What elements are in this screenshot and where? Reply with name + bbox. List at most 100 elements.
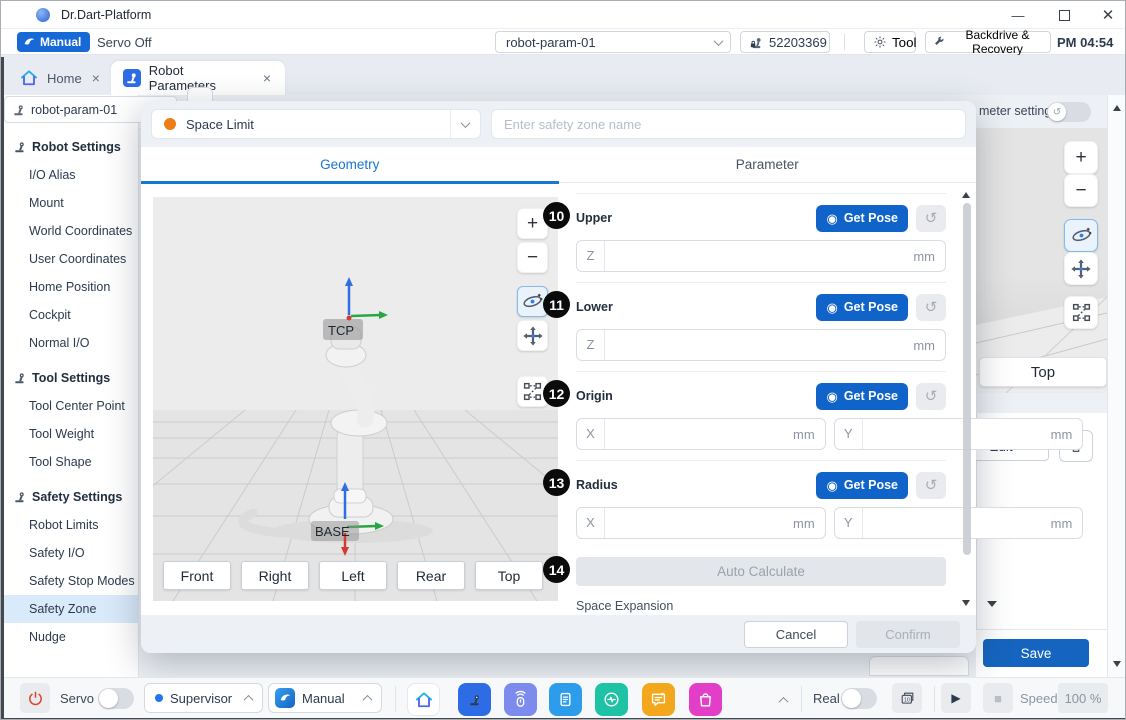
stop-button[interactable]: ■ bbox=[983, 683, 1013, 713]
chevron-up-icon bbox=[244, 694, 254, 704]
sidebar-item-user-coordinates[interactable]: User Coordinates bbox=[1, 245, 139, 273]
upper-z-input[interactable] bbox=[605, 249, 913, 264]
close-button[interactable]: ✕ bbox=[1091, 2, 1125, 28]
panel-orbit-button[interactable] bbox=[1064, 219, 1098, 252]
scroll-down-icon[interactable] bbox=[1113, 661, 1121, 671]
lower-z-input[interactable] bbox=[605, 338, 913, 353]
get-pose-button[interactable]: ◉Get Pose bbox=[816, 294, 908, 321]
settings-toggle[interactable]: ↺ bbox=[1047, 102, 1091, 122]
dock-chat-icon[interactable] bbox=[642, 683, 675, 716]
sidebar-item-safety-i-o[interactable]: Safety I/O bbox=[1, 539, 139, 567]
panel-pan-button[interactable] bbox=[1064, 252, 1098, 285]
robot-serial-badge[interactable]: 52203369 bbox=[740, 31, 830, 53]
panel-zoom-out-button[interactable]: − bbox=[1064, 174, 1098, 207]
tab-home[interactable]: Home × bbox=[7, 61, 107, 95]
view-right-button[interactable]: Right bbox=[241, 561, 309, 590]
role-select[interactable]: Supervisor bbox=[144, 683, 263, 713]
sidebar-item-normal-i-o[interactable]: Normal I/O bbox=[1, 329, 139, 357]
dialog-tab-geometry[interactable]: Geometry bbox=[141, 147, 559, 182]
origin-x-input[interactable] bbox=[605, 427, 793, 442]
origin-y-input[interactable] bbox=[863, 427, 1051, 442]
tool-button[interactable]: Tool bbox=[864, 31, 916, 53]
radius-y-input[interactable] bbox=[863, 516, 1051, 531]
get-pose-button[interactable]: ◉Get Pose bbox=[816, 383, 908, 410]
cancel-button[interactable]: Cancel bbox=[744, 621, 848, 648]
radius-x-input[interactable] bbox=[605, 516, 793, 531]
sidebar-item-robot-limits[interactable]: Robot Limits bbox=[1, 511, 139, 539]
sidebar-item-nudge[interactable]: Nudge bbox=[1, 623, 139, 651]
section-title: Safety Settings bbox=[32, 490, 122, 504]
reset-icon[interactable]: ↺ bbox=[916, 205, 946, 232]
dock-monitor-icon[interactable] bbox=[595, 683, 628, 716]
sidebar-item-tool-center-point[interactable]: Tool Center Point bbox=[1, 392, 139, 420]
auto-calculate-button[interactable]: Auto Calculate bbox=[576, 557, 946, 586]
play-button[interactable]: ▶ bbox=[941, 683, 971, 713]
section-label: Origin bbox=[576, 389, 613, 403]
sidebar-item-mount[interactable]: Mount bbox=[1, 189, 139, 217]
step-badge-14: 14 bbox=[543, 556, 570, 583]
dialog-scrollbar[interactable] bbox=[960, 185, 974, 613]
real-toggle[interactable] bbox=[841, 688, 877, 709]
panel-scroll-down-icon[interactable] bbox=[987, 601, 997, 612]
panel-view-top-button[interactable]: Top bbox=[979, 357, 1107, 387]
confirm-button[interactable]: Confirm bbox=[856, 621, 960, 648]
sidebar-item-safety-zone[interactable]: Safety Zone bbox=[1, 595, 139, 623]
view-front-button[interactable]: Front bbox=[163, 561, 231, 590]
robot-icon bbox=[123, 69, 141, 87]
dock-robot-icon[interactable] bbox=[458, 683, 491, 716]
view-left-button[interactable]: Left bbox=[319, 561, 387, 590]
sidebar-item-tool-shape[interactable]: Tool Shape bbox=[1, 448, 139, 476]
sidebar-item-world-coordinates[interactable]: World Coordinates bbox=[1, 217, 139, 245]
main-scrollbar[interactable] bbox=[1107, 95, 1126, 677]
sidebar-item-cockpit[interactable]: Cockpit bbox=[1, 301, 139, 329]
manual-mode-indicator[interactable]: Manual bbox=[17, 32, 90, 52]
pan-button[interactable] bbox=[517, 320, 548, 351]
view-rear-button[interactable]: Rear bbox=[397, 561, 465, 590]
dart-swoosh-icon bbox=[23, 36, 36, 49]
zone-type-select[interactable]: Space Limit bbox=[151, 109, 481, 139]
robot-3d-viewport[interactable]: TCP BASE + − FrontRightLe bbox=[153, 197, 558, 601]
panel-nodes-button[interactable] bbox=[1064, 296, 1098, 329]
backdrive-recovery-button[interactable]: Backdrive & Recovery bbox=[925, 31, 1051, 53]
reset-icon[interactable]: ↺ bbox=[916, 294, 946, 321]
reset-icon[interactable]: ↺ bbox=[916, 383, 946, 410]
zoom-out-button[interactable]: − bbox=[517, 242, 548, 273]
nodes-icon bbox=[522, 381, 543, 402]
dock-collapse-icon[interactable] bbox=[779, 697, 789, 707]
zone-name-input[interactable] bbox=[491, 109, 966, 139]
zone-type-value: Space Limit bbox=[186, 117, 254, 132]
scroll-down-icon[interactable] bbox=[962, 600, 970, 610]
tab-close-icon[interactable]: × bbox=[90, 70, 102, 86]
statusbar-divider bbox=[801, 686, 802, 712]
unit-label: mm bbox=[1051, 516, 1073, 531]
minimize-button[interactable]: — bbox=[1001, 2, 1035, 28]
get-pose-button[interactable]: ◉Get Pose bbox=[816, 472, 908, 499]
save-button[interactable]: Save bbox=[983, 639, 1089, 667]
maximize-button[interactable] bbox=[1047, 2, 1081, 28]
reset-icon[interactable]: ↺ bbox=[916, 472, 946, 499]
tab-label: Home bbox=[47, 71, 82, 86]
dock-store-icon[interactable] bbox=[689, 683, 722, 716]
mode-select[interactable]: Manual bbox=[268, 683, 382, 713]
sidebar-item-home-position[interactable]: Home Position bbox=[1, 273, 139, 301]
sidebar-item-i-o-alias[interactable]: I/O Alias bbox=[1, 161, 139, 189]
dialog-tab-parameter[interactable]: Parameter bbox=[559, 147, 977, 182]
get-pose-button[interactable]: ◉Get Pose bbox=[816, 205, 908, 232]
sidebar-item-tool-weight[interactable]: Tool Weight bbox=[1, 420, 139, 448]
scrollbar-thumb[interactable] bbox=[963, 203, 971, 555]
tab-close-icon[interactable]: × bbox=[261, 70, 273, 86]
dock-home-icon[interactable] bbox=[407, 683, 440, 716]
robot-param-select[interactable]: robot-param-01 bbox=[495, 31, 731, 53]
view-top-button[interactable]: Top bbox=[475, 561, 543, 590]
power-button[interactable] bbox=[20, 683, 50, 713]
panel-zoom-in-button[interactable]: + bbox=[1064, 141, 1098, 174]
dock-document-icon[interactable] bbox=[549, 683, 582, 716]
get-pose-label: Get Pose bbox=[844, 211, 898, 225]
sidebar-item-safety-stop-modes[interactable]: Safety Stop Modes bbox=[1, 567, 139, 595]
sidebar-robot-param-label: robot-param-01 bbox=[31, 103, 117, 117]
servo-toggle[interactable] bbox=[98, 688, 134, 709]
counter-button[interactable]: 10 bbox=[892, 683, 922, 713]
scroll-up-icon[interactable] bbox=[962, 188, 970, 198]
dock-remote-icon[interactable] bbox=[504, 683, 537, 716]
scroll-up-icon[interactable] bbox=[1113, 101, 1121, 111]
